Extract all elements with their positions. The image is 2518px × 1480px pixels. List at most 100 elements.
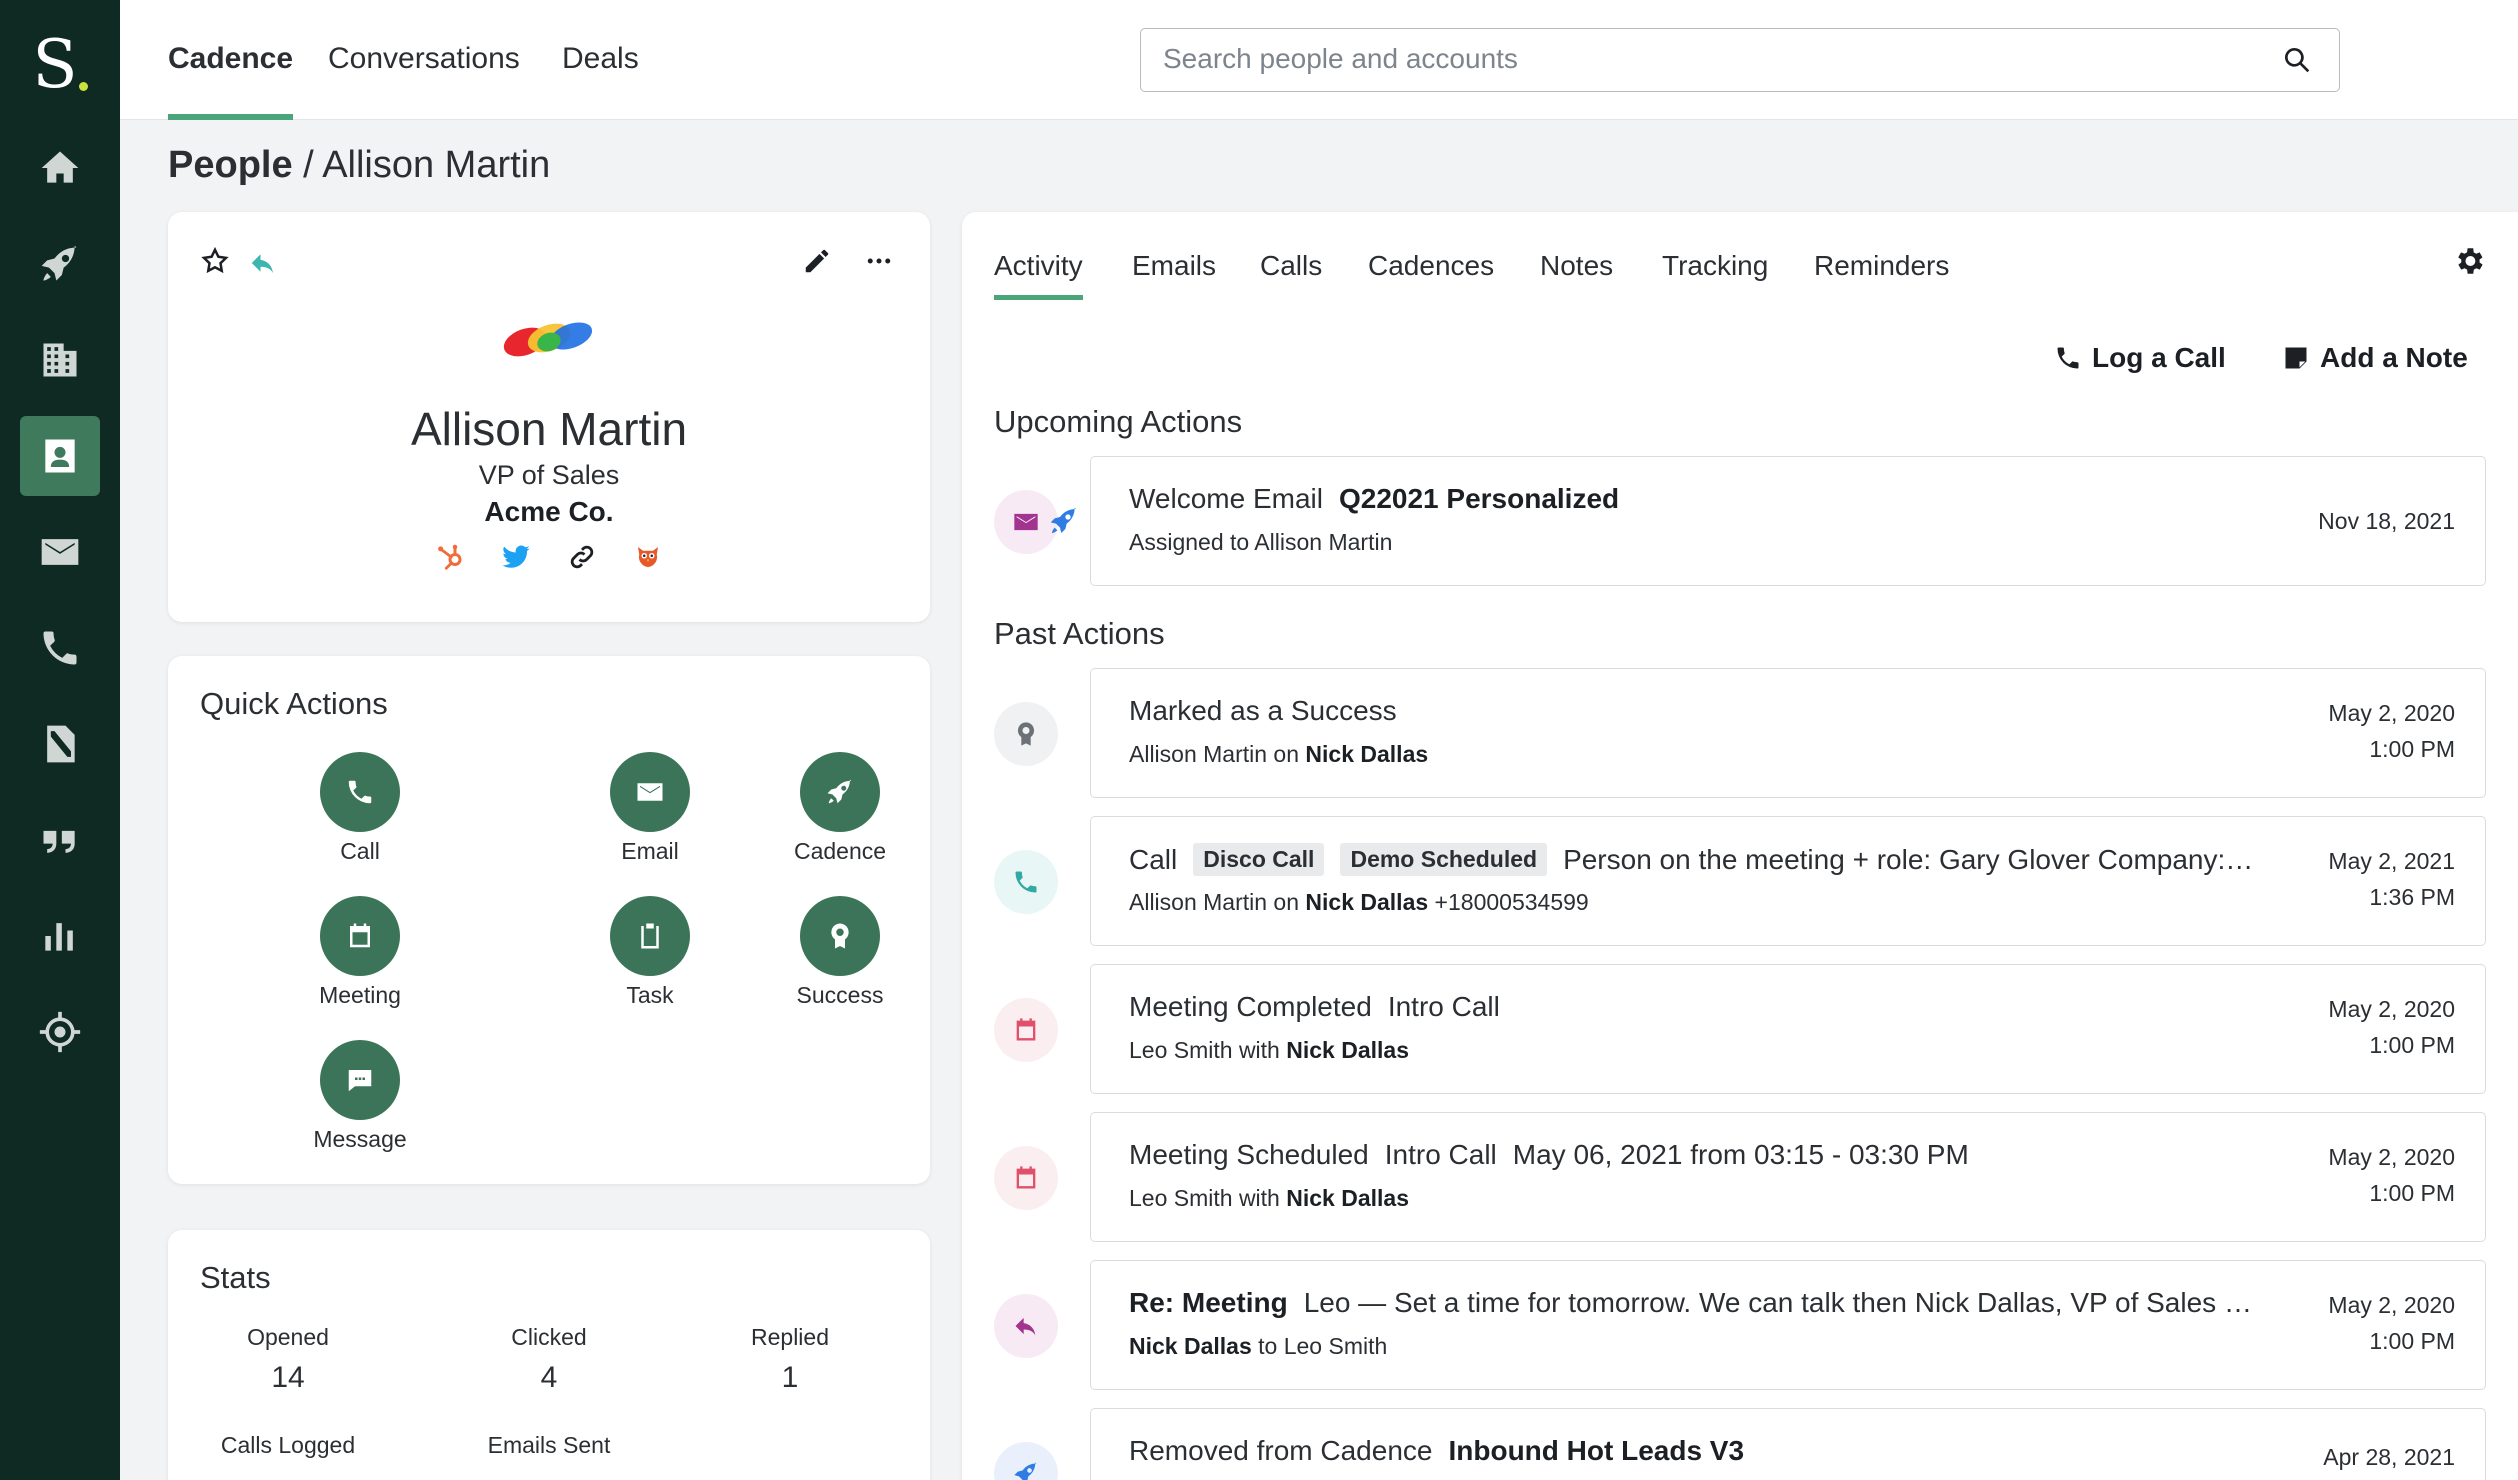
tab-tracking[interactable]: Tracking	[1662, 250, 1768, 300]
hubspot-icon[interactable]	[435, 542, 465, 572]
add-note-button[interactable]: Add a Note	[2282, 342, 2468, 374]
nav-emails[interactable]	[20, 512, 100, 592]
action-prefix: Meeting Completed	[1129, 991, 1372, 1022]
action-person[interactable]: Nick Dallas	[1305, 741, 1428, 767]
tab-cadence[interactable]: Cadence	[168, 42, 294, 120]
calendar-icon	[1016, 1018, 1036, 1041]
twitter-icon[interactable]	[501, 542, 531, 572]
owl-icon[interactable]	[633, 542, 663, 572]
quick-action-circle[interactable]	[320, 752, 400, 832]
tab-calls[interactable]: Calls	[1260, 250, 1322, 300]
quick-action-circle[interactable]	[320, 896, 400, 976]
tab-cadences[interactable]: Cadences	[1368, 250, 1494, 300]
search-input[interactable]	[1163, 29, 2263, 89]
nav-home[interactable]	[20, 128, 100, 208]
stat-label: Opened	[247, 1324, 329, 1350]
action-date: May 2, 2020	[2328, 700, 2455, 726]
past-action-row[interactable]: Meeting Scheduled Intro Call May 06, 202…	[1090, 1112, 2486, 1242]
nav-targets[interactable]	[20, 992, 100, 1072]
tab-emails[interactable]: Emails	[1132, 250, 1216, 300]
quick-action-circle[interactable]	[800, 896, 880, 976]
quick-action-circle[interactable]	[610, 752, 690, 832]
quick-action-email[interactable]: Email	[550, 752, 750, 865]
quick-action-circle[interactable]	[610, 896, 690, 976]
quick-action-meeting[interactable]: Meeting	[260, 896, 460, 1009]
action-date: Nov 18, 2021	[2318, 508, 2455, 534]
nav-analytics[interactable]	[20, 896, 100, 976]
quick-action-label: Task	[626, 982, 674, 1008]
quote-icon	[43, 830, 75, 853]
action-date: May 2, 2020	[2328, 1144, 2455, 1170]
past-action-row[interactable]: Marked as a Success Allison Martin on Ni…	[1090, 668, 2486, 798]
quick-action-circle[interactable]	[320, 1040, 400, 1120]
action-person[interactable]: Nick Dallas	[1305, 889, 1428, 915]
action-title: Meeting Scheduled Intro Call May 06, 202…	[1129, 1139, 1969, 1171]
past-action-row[interactable]: Call Disco Call Demo Scheduled Person on…	[1090, 816, 2486, 946]
mail-icon	[637, 783, 663, 801]
chat-icon	[348, 1070, 372, 1092]
gear-icon[interactable]	[2452, 244, 2486, 278]
nav-calls[interactable]	[20, 608, 100, 688]
link-icon[interactable]	[567, 542, 597, 572]
past-action-row[interactable]: Re: Meeting Leo — Set a time for tomorro…	[1090, 1260, 2486, 1390]
breadcrumb-root[interactable]: People	[168, 144, 293, 186]
more-options-icon[interactable]	[864, 246, 894, 276]
action-strong[interactable]: Q22021 Personalized	[1339, 483, 1619, 515]
past-actions-title: Past Actions	[994, 616, 1165, 651]
home-icon	[41, 151, 79, 183]
tab-reminders[interactable]: Reminders	[1814, 250, 1949, 300]
search-icon[interactable]	[2281, 44, 2313, 76]
quick-action-cadence[interactable]: Cadence	[740, 752, 940, 865]
tab-notes[interactable]: Notes	[1540, 250, 1613, 300]
quick-action-success[interactable]: Success	[740, 896, 940, 1009]
quick-action-circle[interactable]	[800, 752, 880, 832]
reply-icon[interactable]	[248, 248, 278, 278]
quick-action-call[interactable]: Call	[260, 752, 460, 865]
tab-conversations[interactable]: Conversations	[328, 42, 520, 120]
action-title: Meeting Completed Intro Call	[1129, 991, 1500, 1023]
stat-value: 14	[271, 1361, 305, 1394]
past-action-row[interactable]: Removed from Cadence Inbound Hot Leads V…	[1090, 1408, 2486, 1480]
building-icon	[43, 343, 77, 377]
action-person[interactable]: Nick Dallas	[1129, 1333, 1252, 1359]
star-icon[interactable]	[200, 246, 230, 276]
profile-title: VP of Sales	[478, 460, 620, 490]
calendar-icon	[350, 923, 370, 948]
nav-conversations[interactable]	[20, 800, 100, 880]
quick-action-message[interactable]: Message	[260, 1040, 460, 1153]
upcoming-action-row[interactable]: Welcome Email Q22021 Personalized Assign…	[1090, 456, 2486, 586]
past-type-icon	[994, 702, 1058, 766]
tab-activity[interactable]: Activity	[994, 250, 1083, 300]
logo-dot	[78, 81, 88, 91]
phone-icon	[2057, 347, 2079, 369]
app-logo[interactable]: S	[0, 20, 120, 110]
stat-value: 4	[540, 1361, 558, 1394]
log-call-button[interactable]: Log a Call	[2054, 342, 2226, 374]
stat-calls-logged: Calls Logged	[168, 1432, 408, 1469]
active-tab-underline	[168, 114, 294, 120]
stat-value: 1	[781, 1361, 799, 1394]
profile-name: Allison Martin	[410, 403, 688, 455]
action-subtitle-text: to Leo Smith	[1251, 1333, 1388, 1359]
action-person[interactable]: Nick Dallas	[1286, 1185, 1409, 1211]
action-strong[interactable]: Re: Meeting	[1129, 1287, 1288, 1319]
nav-cadence[interactable]	[20, 224, 100, 304]
nav-accounts[interactable]	[20, 320, 100, 400]
clipboard-icon	[641, 923, 659, 949]
calendar-icon	[1016, 1166, 1036, 1189]
past-type-icon	[994, 1294, 1058, 1358]
action-time: 1:00 PM	[2369, 1328, 2455, 1354]
tab-deals[interactable]: Deals	[562, 42, 639, 120]
edit-icon[interactable]	[802, 246, 832, 276]
action-person[interactable]: Nick Dallas	[1286, 1037, 1409, 1063]
rocket-icon	[41, 245, 77, 281]
quick-action-task[interactable]: Task	[550, 896, 750, 1009]
quick-actions-heading: Quick Actions	[200, 686, 388, 721]
profile-company[interactable]: Acme Co.	[168, 496, 930, 528]
action-date: May 2, 2021	[2328, 848, 2455, 874]
nav-documents[interactable]	[20, 704, 100, 784]
past-action-row[interactable]: Meeting Completed Intro Call Leo Smith w…	[1090, 964, 2486, 1094]
action-strong[interactable]: Inbound Hot Leads V3	[1448, 1435, 1744, 1467]
breadcrumb-current: Allison Martin	[322, 144, 551, 186]
nav-people[interactable]	[20, 416, 100, 496]
